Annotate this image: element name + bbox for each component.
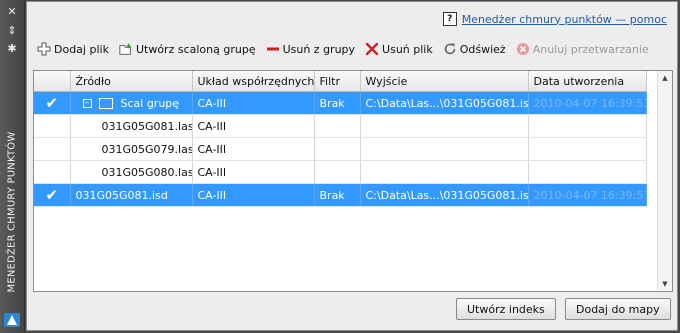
create-merged-group-button[interactable]: Utwórz scaloną grupę xyxy=(119,42,256,56)
table-row[interactable]: 031G05G081.las CA-III xyxy=(34,114,647,138)
source-name: Scal grupę xyxy=(120,96,180,110)
cancel-processing-button[interactable]: Anuluj przetwarzanie xyxy=(516,42,649,56)
source-cell: 031G05G079.las xyxy=(70,137,193,161)
help-area: ? Menedżer chmury punktów — pomoc xyxy=(442,12,667,26)
table-row[interactable]: ✔ − Scal grupę CA-III Brak C:\Data\Las...… xyxy=(34,91,647,115)
filter-cell: Brak xyxy=(314,183,361,207)
settings-icon[interactable]: ✱ xyxy=(4,42,20,56)
source-cell: − Scal grupę xyxy=(70,91,193,115)
collapse-icon[interactable]: − xyxy=(82,99,92,108)
coordinate-system-cell: CA-III xyxy=(192,183,315,207)
remove-file-label: Usuń plik xyxy=(382,42,433,56)
plus-icon xyxy=(37,42,51,56)
refresh-button[interactable]: Odśwież xyxy=(443,42,506,56)
table-row[interactable]: ✔ 031G05G081.isd CA-III Brak C:\Data\Las… xyxy=(34,183,647,207)
table-row[interactable]: 031G05G080.las CA-III xyxy=(34,160,647,184)
help-link[interactable]: Menedżer chmury punktów — pomoc xyxy=(462,13,667,26)
app-logo-icon xyxy=(4,313,20,327)
close-icon[interactable]: ✕ xyxy=(4,5,20,19)
created-date-cell xyxy=(528,137,647,161)
status-check-icon: ✔ xyxy=(34,183,71,207)
created-date-cell: 2010-04-07 16:39:51 xyxy=(528,183,647,207)
output-cell: C:\Data\Las...\031G05G081.isd xyxy=(360,91,529,115)
column-header-filter[interactable]: Filtr xyxy=(314,71,361,92)
palette-title: MENEDŻER CHMURY PUNKTÓW xyxy=(6,131,18,293)
created-date-cell xyxy=(528,160,647,184)
column-header-status[interactable] xyxy=(34,71,71,92)
filter-cell: Brak xyxy=(314,91,361,115)
table-row[interactable]: 031G05G079.las CA-III xyxy=(34,137,647,161)
toolbar: Dodaj plik Utwórz scaloną grupę Usuń z g… xyxy=(37,42,649,56)
add-to-map-button[interactable]: Dodaj do mapy xyxy=(565,298,671,320)
column-header-created-date[interactable]: Data utworzenia xyxy=(528,71,647,92)
column-header-output[interactable]: Wyjście xyxy=(360,71,529,92)
source-cell: 031G05G080.las xyxy=(70,160,193,184)
created-date-cell xyxy=(528,114,647,138)
column-header-source[interactable]: Źródło xyxy=(70,71,193,92)
create-group-label: Utwórz scaloną grupę xyxy=(135,42,256,56)
output-cell: C:\Data\Las...\031G05G081.isd xyxy=(360,183,529,207)
coordinate-system-cell: CA-III xyxy=(192,137,315,161)
coordinate-system-cell: CA-III xyxy=(192,114,315,138)
coordinate-system-cell: CA-III xyxy=(192,160,315,184)
status-check-icon: ✔ xyxy=(34,91,71,115)
status-cell xyxy=(34,160,71,184)
remove-from-group-label: Usuń z grupy xyxy=(282,42,356,56)
folder-icon xyxy=(98,98,113,109)
filter-cell xyxy=(314,137,361,161)
filter-cell xyxy=(314,114,361,138)
cancel-icon xyxy=(516,42,530,56)
source-cell: 031G05G081.las xyxy=(70,114,193,138)
source-cell: 031G05G081.isd xyxy=(70,183,193,207)
help-icon[interactable]: ? xyxy=(442,12,457,26)
point-cloud-manager-panel: ? Menedżer chmury punktów — pomoc Dodaj … xyxy=(26,1,678,331)
status-cell xyxy=(34,137,71,161)
minus-icon xyxy=(266,42,280,56)
output-cell xyxy=(360,137,529,161)
created-date-cell: 2010-04-07 16:39:51 xyxy=(528,91,647,115)
remove-file-button[interactable]: Usuń plik xyxy=(365,42,433,56)
remove-from-group-button[interactable]: Usuń z grupy xyxy=(266,42,355,56)
column-header-coordinate-system[interactable]: Układ współrzędnych xyxy=(192,71,315,92)
cancel-processing-label: Anuluj przetwarzanie xyxy=(532,42,649,56)
output-cell xyxy=(360,114,529,138)
table-header-row: Źródło Układ współrzędnych Filtr Wyjście… xyxy=(34,71,647,92)
add-file-button[interactable]: Dodaj plik xyxy=(37,42,109,56)
create-index-button[interactable]: Utwórz indeks xyxy=(456,298,556,320)
vertical-scrollbar[interactable]: ▲ ▼ xyxy=(657,71,672,291)
output-cell xyxy=(360,160,529,184)
scroll-down-icon[interactable]: ▼ xyxy=(658,280,672,288)
delete-x-icon xyxy=(365,42,379,56)
status-cell xyxy=(34,114,71,138)
point-cloud-table: Źródło Układ współrzędnych Filtr Wyjście… xyxy=(33,70,673,292)
palette-sidebar: ✕ ⇕ ✱ MENEDŻER CHMURY PUNKTÓW xyxy=(0,0,25,333)
refresh-icon xyxy=(443,42,457,56)
filter-cell xyxy=(314,160,361,184)
folder-add-icon xyxy=(119,42,133,56)
add-file-label: Dodaj plik xyxy=(54,42,109,56)
refresh-label: Odśwież xyxy=(459,42,506,56)
coordinate-system-cell: CA-III xyxy=(192,91,315,115)
auto-hide-icon[interactable]: ⇕ xyxy=(4,24,20,38)
scroll-up-icon[interactable]: ▲ xyxy=(658,74,672,82)
